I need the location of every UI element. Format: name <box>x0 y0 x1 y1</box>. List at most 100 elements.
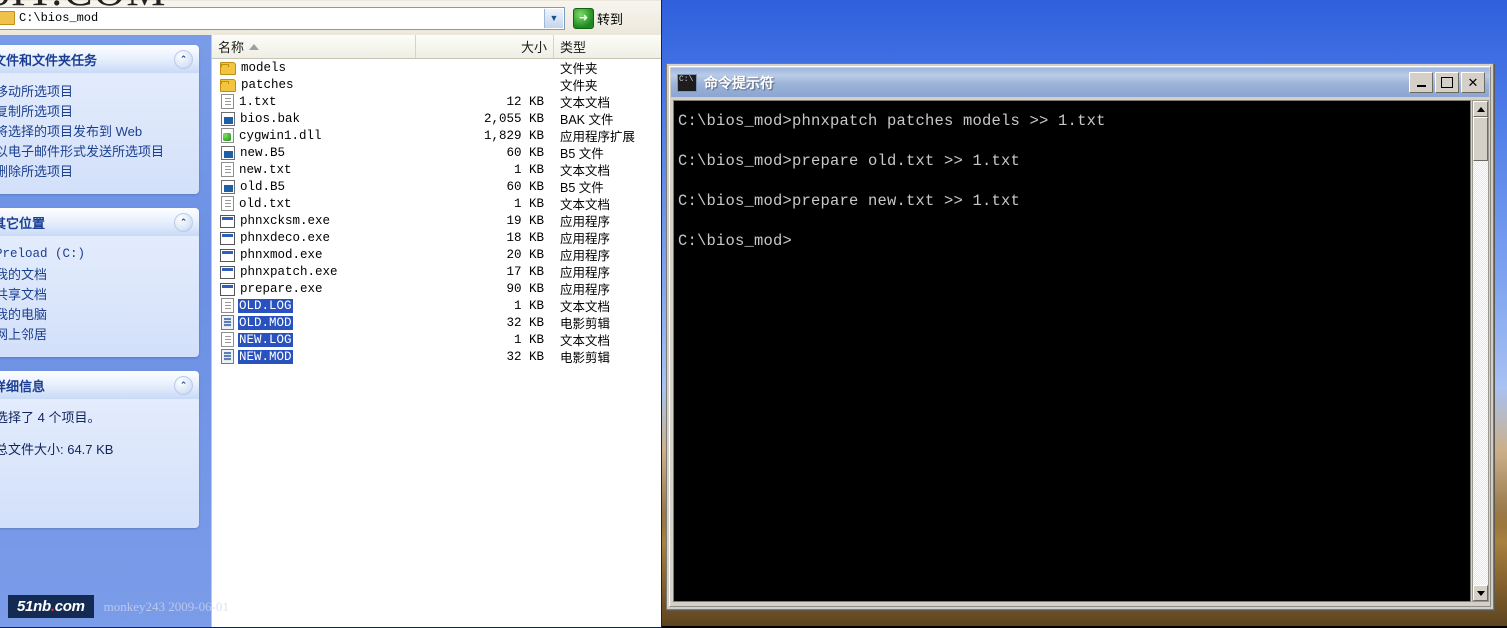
file-name-cell: phnxpatch.exe <box>212 264 416 279</box>
column-header-type[interactable]: 类型 <box>554 35 661 58</box>
panel-header[interactable]: 其它位置 ⌃ <box>0 208 199 236</box>
file-name: phnxpatch.exe <box>240 264 338 279</box>
place-shared-documents[interactable]: 共享文档 <box>0 285 189 304</box>
address-bar[interactable]: C:\bios_mod ▼ ➜ 转到 <box>0 1 661 35</box>
table-row[interactable]: 1.txt 12 KB 文本文档 <box>212 93 661 110</box>
explorer-window[interactable]: ✗ ↺↻ C:\bios_mod ▼ ➜ 转到 文件和文件夹任务 ⌃ <box>0 0 662 628</box>
file-name: old.txt <box>239 196 292 211</box>
scroll-up-button[interactable] <box>1473 101 1488 117</box>
column-header-name[interactable]: 名称 <box>212 35 416 58</box>
console-screen[interactable]: C:\bios_mod>phnxpatch patches models >> … <box>673 100 1471 602</box>
task-copy-items[interactable]: 复制所选项目 <box>0 102 189 121</box>
scrollbar-thumb[interactable] <box>1473 117 1488 161</box>
file-list[interactable]: 名称 大小 类型 models 文件夹 patches 文件夹 1.txt 12 KB 文本… <box>211 35 661 627</box>
file-size: 32 KB <box>506 349 544 364</box>
task-move-items[interactable]: 移动所选项目 <box>0 82 189 101</box>
dll-file-icon <box>221 128 234 143</box>
chevron-up-icon[interactable]: ⌃ <box>174 375 193 395</box>
table-row[interactable]: new.txt 1 KB 文本文档 <box>212 161 661 178</box>
console-title-bar[interactable]: C:\ 命令提示符 ✕ <box>671 68 1489 97</box>
panel-header[interactable]: 详细信息 ⌃ <box>0 371 199 399</box>
column-header-name-label: 名称 <box>218 40 245 55</box>
panel-other-places: 其它位置 ⌃ Preload (C:) 我的文档 共享文档 我的电脑 网上邻居 <box>0 208 199 357</box>
table-row[interactable]: phnxdeco.exe 18 KB 应用程序 <box>212 229 661 246</box>
panel-title: 文件和文件夹任务 <box>0 52 98 68</box>
maximize-button[interactable] <box>1435 72 1459 93</box>
file-size: 20 KB <box>506 247 544 262</box>
file-name-cell: old.B5 <box>212 179 416 194</box>
place-my-computer[interactable]: 我的电脑 <box>0 305 189 324</box>
exe-file-icon <box>220 232 235 245</box>
file-name: models <box>241 60 287 75</box>
place-preload-c[interactable]: Preload (C:) <box>0 245 189 264</box>
column-header-size-label: 大小 <box>520 40 547 55</box>
column-header-type-label: 类型 <box>560 40 587 55</box>
file-name-cell: old.txt <box>212 196 416 211</box>
exe-file-icon <box>220 249 235 262</box>
file-name-cell: OLD.MOD <box>212 315 416 330</box>
minimize-button[interactable] <box>1409 72 1433 93</box>
details-selection-count: 选择了 4 个项目。 <box>0 410 101 425</box>
file-name: prepare.exe <box>240 281 323 296</box>
table-row[interactable]: NEW.LOG 1 KB 文本文档 <box>212 331 661 348</box>
exe-file-icon <box>220 266 235 279</box>
chevron-up-icon[interactable]: ⌃ <box>174 212 193 232</box>
file-name: OLD.LOG <box>238 298 293 313</box>
file-name: NEW.LOG <box>238 332 293 347</box>
table-row[interactable]: old.B5 60 KB B5 文件 <box>212 178 661 195</box>
table-row[interactable]: phnxcksm.exe 19 KB 应用程序 <box>212 212 661 229</box>
explorer-toolbar: ✗ ↺↻ C:\bios_mod ▼ ➜ 转到 <box>0 0 661 35</box>
console-line: C:\bios_mod>prepare new.txt >> 1.txt <box>678 192 1021 210</box>
table-row[interactable]: bios.bak 2,055 KB BAK 文件 <box>212 110 661 127</box>
file-name: new.B5 <box>240 145 286 160</box>
table-row[interactable]: patches 文件夹 <box>212 76 661 93</box>
movie-file-icon <box>221 349 234 364</box>
place-my-documents[interactable]: 我的文档 <box>0 265 189 284</box>
command-prompt-window[interactable]: C:\ 命令提示符 ✕ C:\bios_mod>phnxpatch patche… <box>666 63 1494 610</box>
table-row[interactable]: models 文件夹 <box>212 59 661 76</box>
file-size: 18 KB <box>506 230 544 245</box>
file-size: 17 KB <box>506 264 544 279</box>
place-network-neighborhood[interactable]: 网上邻居 <box>0 325 189 344</box>
exe-file-icon <box>220 215 235 228</box>
file-name: OLD.MOD <box>238 315 293 330</box>
go-arrow-icon: ➜ <box>573 7 594 29</box>
file-list-header: 名称 大小 类型 <box>212 35 661 59</box>
table-row[interactable]: phnxmod.exe 20 KB 应用程序 <box>212 246 661 263</box>
table-row[interactable]: OLD.LOG 1 KB 文本文档 <box>212 297 661 314</box>
task-email-items[interactable]: 以电子邮件形式发送所选项目 <box>0 142 189 161</box>
console-scrollbar[interactable] <box>1472 100 1489 602</box>
task-publish-to-web[interactable]: 将选择的项目发布到 Web <box>0 122 189 141</box>
chevron-up-icon[interactable]: ⌃ <box>174 49 193 69</box>
file-name-cell: phnxcksm.exe <box>212 213 416 228</box>
table-row[interactable]: new.B5 60 KB B5 文件 <box>212 144 661 161</box>
file-size: 1 KB <box>513 332 544 347</box>
bak-file-icon <box>221 112 235 126</box>
address-folder-icon <box>0 11 15 25</box>
task-delete-items[interactable]: 删除所选项目 <box>0 162 189 181</box>
go-button[interactable]: ➜ 转到 <box>573 7 623 29</box>
bak-file-icon <box>221 146 235 160</box>
panel-details: 详细信息 ⌃ 选择了 4 个项目。 总文件大小: 64.7 KB <box>0 371 199 528</box>
table-row[interactable]: prepare.exe 90 KB 应用程序 <box>212 280 661 297</box>
scroll-down-button[interactable] <box>1473 585 1488 601</box>
file-size: 90 KB <box>506 281 544 296</box>
address-input[interactable]: C:\bios_mod ▼ <box>0 6 565 30</box>
chevron-down-icon[interactable]: ▼ <box>544 8 563 28</box>
console-title: 命令提示符 <box>704 74 774 91</box>
close-button[interactable]: ✕ <box>1461 72 1485 93</box>
table-row[interactable]: OLD.MOD 32 KB 电影剪辑 <box>212 314 661 331</box>
table-row[interactable]: phnxpatch.exe 17 KB 应用程序 <box>212 263 661 280</box>
file-name: new.txt <box>239 162 292 177</box>
table-row[interactable]: NEW.MOD 32 KB 电影剪辑 <box>212 348 661 365</box>
panel-body: 移动所选项目 复制所选项目 将选择的项目发布到 Web 以电子邮件形式发送所选项… <box>0 73 199 194</box>
column-header-size[interactable]: 大小 <box>416 35 554 58</box>
file-name: patches <box>241 77 294 92</box>
table-row[interactable]: cygwin1.dll 1,829 KB 应用程序扩展 <box>212 127 661 144</box>
text-file-icon <box>221 162 234 177</box>
file-name: NEW.MOD <box>237 348 294 365</box>
file-size: 1,829 KB <box>483 128 544 143</box>
table-row[interactable]: old.txt 1 KB 文本文档 <box>212 195 661 212</box>
panel-header[interactable]: 文件和文件夹任务 ⌃ <box>0 45 199 73</box>
file-size: 2,055 KB <box>483 111 544 126</box>
